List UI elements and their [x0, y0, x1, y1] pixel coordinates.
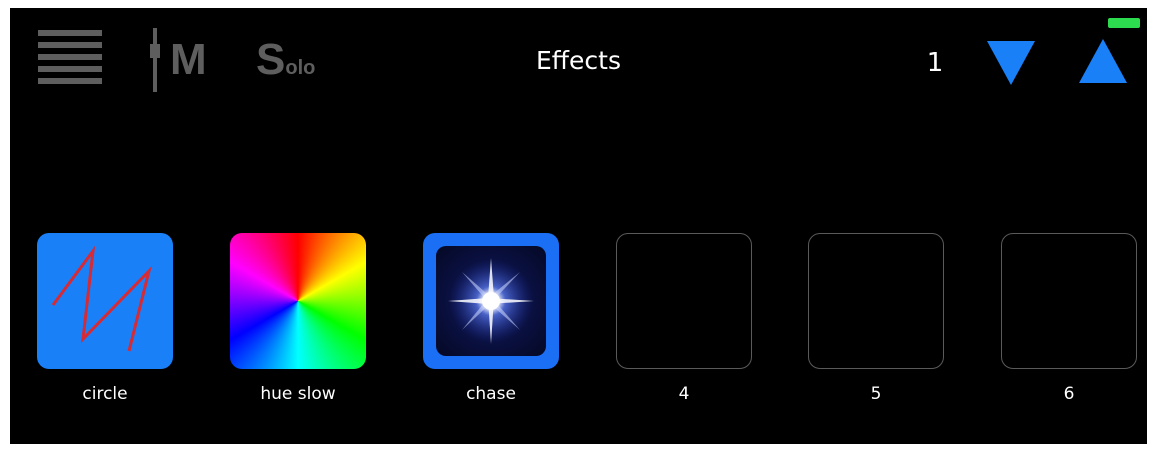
- triangle-up-icon: [1079, 39, 1127, 83]
- effect-slot-circle[interactable]: [37, 233, 173, 369]
- page-number: 1: [926, 48, 944, 78]
- effect-label: chase: [466, 384, 516, 404]
- effect-label: 4: [678, 384, 690, 404]
- effect-thumbnail: [436, 246, 546, 356]
- effect-slot-6[interactable]: [1001, 233, 1137, 369]
- effect-label: hue slow: [260, 384, 336, 404]
- triangle-down-icon: [987, 41, 1035, 85]
- effect-slot-5[interactable]: [808, 233, 944, 369]
- effect-slot-hue-slow[interactable]: [230, 233, 366, 369]
- star-burst-icon: [448, 258, 534, 344]
- page-up-button[interactable]: [1078, 38, 1128, 84]
- menu-icon-bar: [38, 78, 102, 84]
- page-title: Effects: [536, 46, 621, 75]
- effect-label: 6: [1063, 384, 1075, 404]
- effect-slot-4[interactable]: [616, 233, 752, 369]
- page-down-button[interactable]: [986, 40, 1036, 86]
- effect-label: circle: [82, 384, 128, 404]
- effect-label: 5: [870, 384, 882, 404]
- app-screen: M Solo Effects 1 circle hue slow chase 4…: [10, 8, 1147, 444]
- effect-slot-chase[interactable]: [423, 233, 559, 369]
- battery-icon: [1108, 18, 1140, 28]
- menu-icon-bar: [38, 30, 102, 36]
- zigzag-icon: [51, 245, 152, 352]
